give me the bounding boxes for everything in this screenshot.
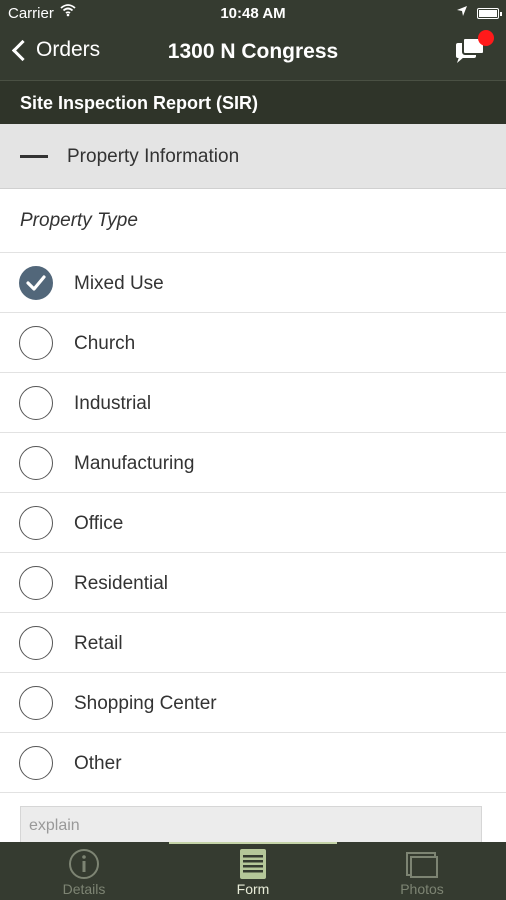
photos-icon bbox=[404, 848, 440, 885]
status-bar: Carrier 10:48 AM bbox=[0, 0, 506, 28]
option-label: Retail bbox=[74, 633, 123, 654]
option-label: Residential bbox=[74, 573, 168, 594]
radio-icon[interactable] bbox=[19, 386, 53, 420]
option-other[interactable]: Other bbox=[0, 733, 506, 793]
tab-label: Details bbox=[62, 881, 106, 897]
radio-icon[interactable] bbox=[19, 566, 53, 600]
option-label: Mixed Use bbox=[74, 273, 164, 294]
section-title: Property Information bbox=[67, 146, 240, 167]
messages-button[interactable] bbox=[452, 30, 494, 70]
page-title: 1300 N Congress bbox=[167, 40, 339, 63]
option-mixed-use[interactable]: Mixed Use bbox=[0, 253, 506, 313]
section-header-property-information[interactable]: Property Information bbox=[0, 124, 506, 189]
option-residential[interactable]: Residential bbox=[0, 553, 506, 613]
option-label: Other bbox=[74, 753, 122, 774]
form-icon bbox=[238, 848, 268, 885]
question-label: Property Type bbox=[20, 210, 138, 231]
option-label: Shopping Center bbox=[74, 693, 217, 714]
battery-icon bbox=[477, 8, 502, 19]
radio-icon[interactable] bbox=[19, 626, 53, 660]
radio-icon[interactable] bbox=[19, 446, 53, 480]
collapse-icon bbox=[20, 155, 48, 158]
tab-label: Photos bbox=[400, 881, 444, 897]
notification-badge bbox=[478, 30, 494, 46]
radio-icon[interactable] bbox=[19, 326, 53, 360]
info-icon bbox=[68, 848, 100, 885]
location-arrow-icon bbox=[456, 4, 468, 21]
tab-photos[interactable]: Photos bbox=[338, 842, 506, 900]
top-bar: Carrier 10:48 AM Orders 1300 N Congress bbox=[0, 0, 506, 80]
clock: 10:48 AM bbox=[220, 5, 286, 22]
radio-icon[interactable] bbox=[19, 746, 53, 780]
option-office[interactable]: Office bbox=[0, 493, 506, 553]
tab-bar: Details Form Photos bbox=[0, 842, 506, 900]
option-industrial[interactable]: Industrial bbox=[0, 373, 506, 433]
tab-label: Form bbox=[236, 881, 270, 897]
option-label: Church bbox=[74, 333, 136, 354]
property-type-options: Mixed Use Church Industrial Manufacturin… bbox=[0, 253, 506, 793]
tab-form[interactable]: Form bbox=[169, 842, 337, 900]
option-retail[interactable]: Retail bbox=[0, 613, 506, 673]
active-tab-indicator bbox=[169, 842, 337, 844]
explain-input[interactable]: explain bbox=[20, 806, 482, 844]
option-manufacturing[interactable]: Manufacturing bbox=[0, 433, 506, 493]
option-label: Industrial bbox=[74, 393, 152, 414]
tab-details[interactable]: Details bbox=[0, 842, 168, 900]
option-shopping-center[interactable]: Shopping Center bbox=[0, 673, 506, 733]
radio-icon[interactable] bbox=[19, 506, 53, 540]
option-church[interactable]: Church bbox=[0, 313, 506, 373]
navigation-bar: Orders 1300 N Congress bbox=[0, 28, 506, 80]
radio-checked-icon[interactable] bbox=[19, 266, 53, 300]
radio-icon[interactable] bbox=[19, 686, 53, 720]
option-label: Manufacturing bbox=[74, 453, 195, 474]
form-title: Site Inspection Report (SIR) bbox=[0, 80, 506, 124]
option-label: Office bbox=[74, 513, 124, 534]
